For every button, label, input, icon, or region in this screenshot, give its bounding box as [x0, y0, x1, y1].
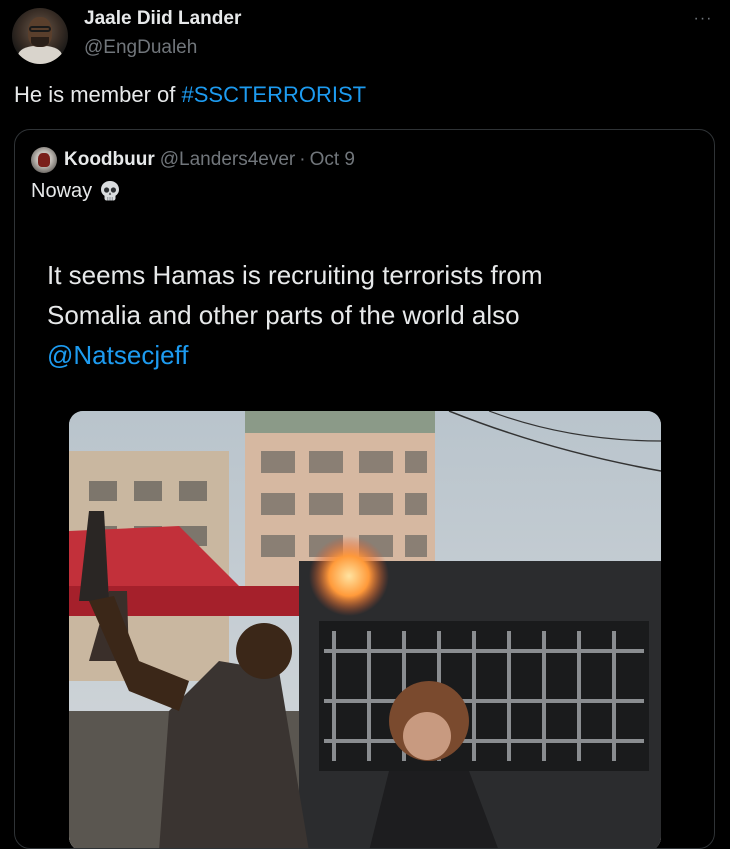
quoted-tweet-text-content: Noway	[31, 179, 93, 202]
quoted-tweet-card[interactable]: Koodbuur @Landers4ever · Oct 9 Noway It …	[14, 129, 715, 849]
more-options-button[interactable]: ···	[688, 4, 718, 34]
quoted-tweet-date[interactable]: Oct 9	[310, 149, 355, 171]
quoted-author-avatar[interactable]	[31, 147, 57, 173]
author-display-name[interactable]: Jaale Diid Lander	[84, 8, 241, 30]
more-icon: ···	[693, 10, 713, 27]
tweet-text-prefix: He is member of	[14, 82, 182, 107]
skull-icon	[101, 181, 120, 201]
author-handle[interactable]: @EngDualeh	[84, 37, 197, 59]
media-caption: It seems Hamas is recruiting terrorists …	[47, 255, 543, 375]
video-frame	[69, 411, 661, 848]
tweet-header: Jaale Diid Lander @EngDualeh ···	[12, 4, 718, 66]
tweet-text: He is member of #SSCTERRORIST	[14, 82, 366, 108]
avatar-shirt	[18, 46, 62, 64]
embedded-video[interactable]	[69, 411, 661, 848]
media-caption-line-2: Somalia and other parts of the world als…	[47, 300, 520, 330]
hashtag-link[interactable]: #SSCTERRORIST	[182, 82, 367, 107]
quoted-author-display-name[interactable]: Koodbuur	[64, 149, 155, 171]
author-avatar[interactable]	[12, 8, 68, 64]
quoted-tweet-text: Noway	[31, 179, 122, 203]
avatar-glasses	[29, 26, 51, 32]
media-mention-link[interactable]: @Natsecjeff	[47, 335, 543, 375]
media-caption-line-1: It seems Hamas is recruiting terrorists …	[47, 260, 543, 290]
quoted-avatar-mark	[38, 153, 50, 167]
quoted-tweet-header: Koodbuur @Landers4ever · Oct 9	[31, 146, 355, 174]
avatar-beard	[31, 37, 49, 47]
header-separator: ·	[299, 149, 306, 170]
quoted-author-handle[interactable]: @Landers4ever	[160, 149, 295, 171]
